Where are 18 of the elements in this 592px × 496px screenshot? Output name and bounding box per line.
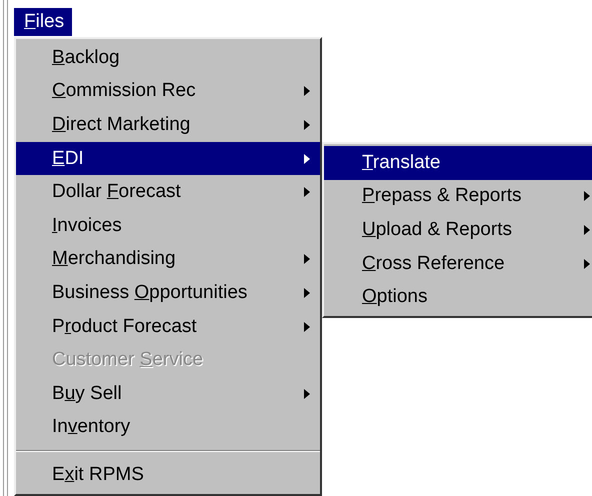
menu-item[interactable]: Backlog <box>16 41 320 75</box>
menu-item[interactable]: EDI <box>16 142 320 176</box>
menu-item[interactable]: Cross Reference <box>324 246 592 280</box>
menu-item[interactable]: Exit RPMS <box>16 458 320 492</box>
menu-item[interactable]: Business Opportunities <box>16 276 320 310</box>
menu-item[interactable]: Options <box>324 280 592 314</box>
menu-item[interactable]: Dollar Forecast <box>16 175 320 209</box>
menu-item[interactable]: Translate <box>324 146 592 180</box>
menu-item[interactable]: Buy Sell <box>16 376 320 411</box>
menu-item[interactable]: Prepass & Reports <box>324 180 592 214</box>
menu-item[interactable]: Merchandising <box>16 242 320 276</box>
menu-item[interactable]: Direct Marketing <box>16 108 320 142</box>
menu-item[interactable]: Upload & Reports <box>324 213 592 247</box>
menu-item[interactable]: Invoices <box>16 208 320 243</box>
menu-item[interactable]: Inventory <box>16 410 320 444</box>
menu-item[interactable]: Product Forecast <box>16 310 320 344</box>
files-menu[interactable]: Files <box>14 8 72 36</box>
menu-item[interactable]: Commission Rec <box>16 74 320 108</box>
